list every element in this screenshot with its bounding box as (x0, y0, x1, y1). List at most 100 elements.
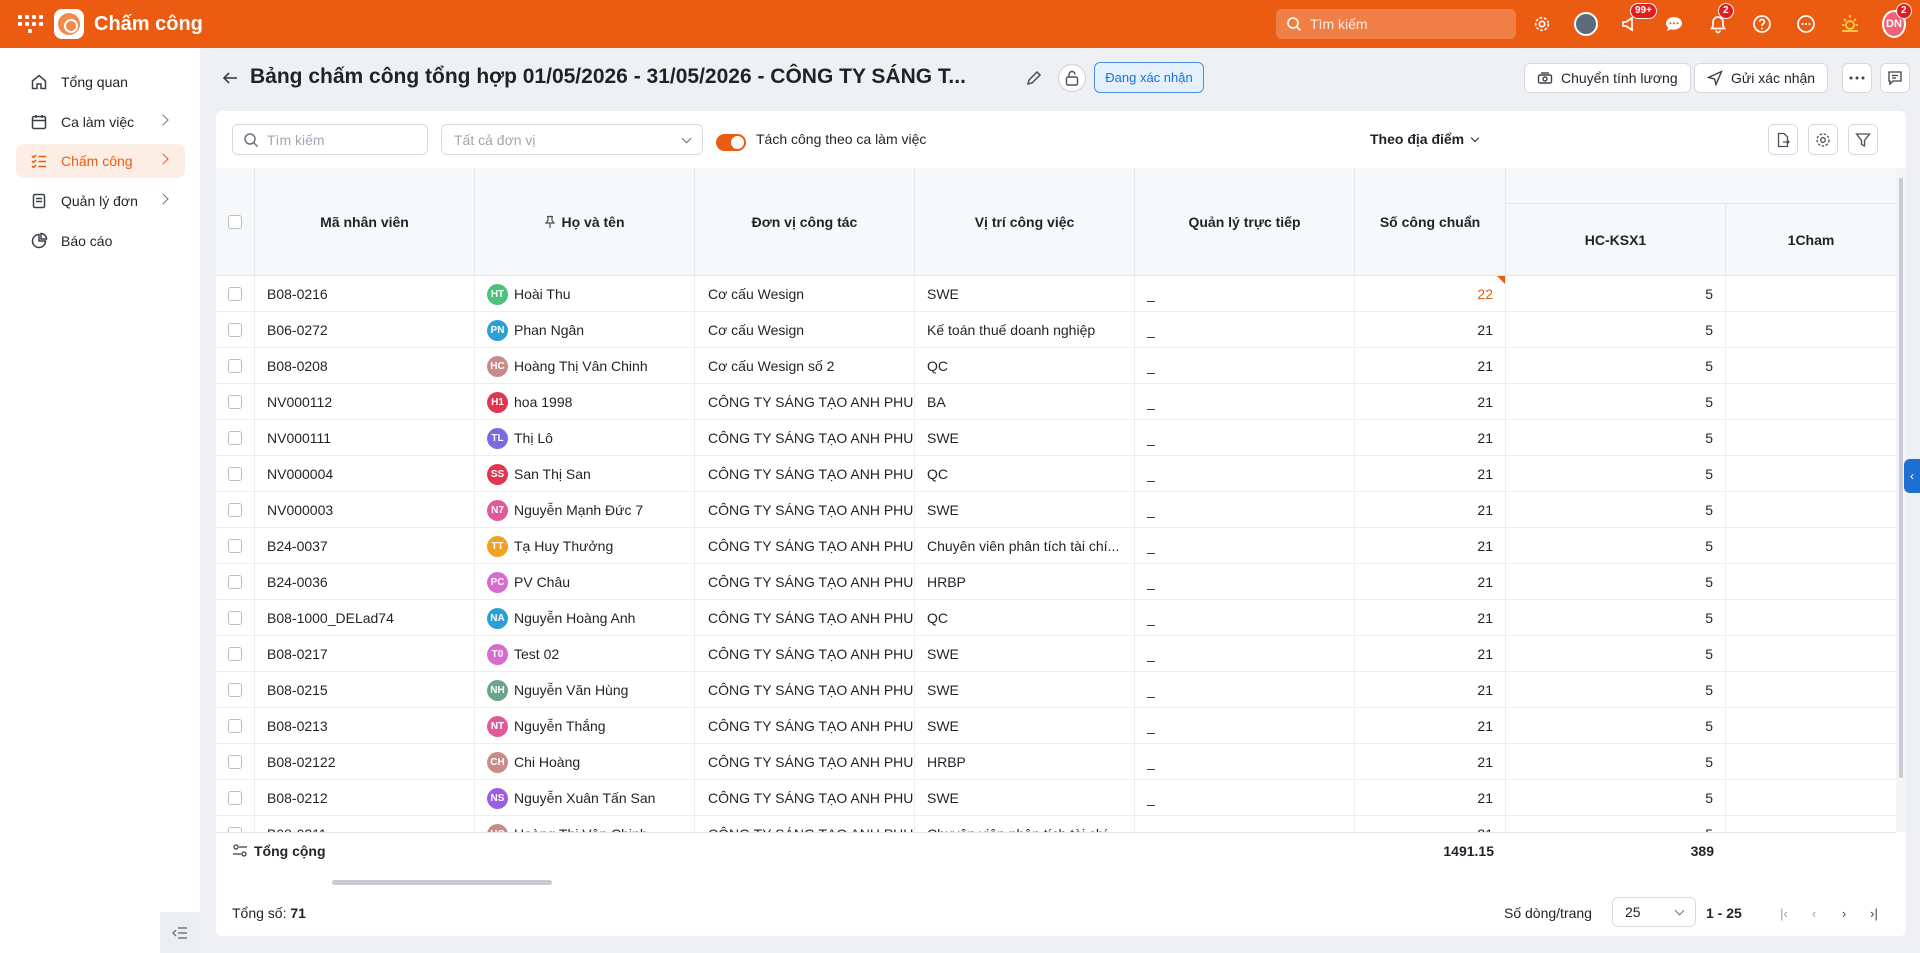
table-row[interactable]: NV000111 TL Thị Lô CÔNG TY SÁNG TẠO ANH PHU… (216, 420, 1896, 456)
employee-name-cell[interactable]: PN Phan Ngân (475, 312, 695, 348)
transfer-payroll-button[interactable]: Chuyển tính lương (1524, 63, 1691, 93)
sidebar-item-reports[interactable]: Báo cáo (16, 224, 185, 258)
row-checkbox[interactable] (228, 287, 242, 301)
header-name[interactable]: Họ và tên (475, 168, 695, 276)
table-row[interactable]: B08-0217 T0 Test 02 CÔNG TY SÁNG TẠO ANH PH… (216, 636, 1896, 672)
vertical-scrollbar[interactable] (1896, 168, 1906, 832)
send-confirm-button[interactable]: Gửi xác nhận (1694, 63, 1829, 93)
table-search[interactable] (232, 124, 428, 155)
employee-name-cell[interactable]: PC PV Châu (475, 564, 695, 600)
row-checkbox[interactable] (228, 683, 242, 697)
unit-select[interactable]: Tất cả đơn vị (441, 124, 703, 155)
side-panel-toggle[interactable]: ‹ (1904, 459, 1920, 493)
unlock-button[interactable] (1058, 64, 1086, 92)
row-checkbox[interactable] (228, 755, 242, 769)
table-row[interactable]: B08-0216 HT Hoài Thu Cơ cấu Wesign SWE _ 22 5 (216, 276, 1896, 312)
table-row[interactable]: NV000004 SS San Thị San CÔNG TY SÁNG TẠO AN… (216, 456, 1896, 492)
rows-per-page-select[interactable]: 25 (1612, 897, 1696, 927)
next-page-icon[interactable]: › (1834, 903, 1854, 923)
employee-name-cell[interactable]: NA Nguyễn Hoàng Anh (475, 600, 695, 636)
collapse-sidebar-icon[interactable] (160, 912, 200, 953)
user-menu[interactable]: DN 2 (1882, 3, 1912, 38)
column-settings-button[interactable] (1808, 124, 1838, 155)
employee-name-cell[interactable]: T0 Test 02 (475, 636, 695, 672)
bell-icon[interactable]: 2 (1706, 3, 1734, 36)
status-badge[interactable]: Đang xác nhận (1094, 62, 1204, 93)
header-code[interactable]: Mã nhân viên (255, 168, 475, 276)
table-row[interactable]: B08-0208 HC Hoàng Thị Vân Chinh Cơ cấu Wesi… (216, 348, 1896, 384)
settings-icon[interactable] (1530, 12, 1554, 36)
table-row[interactable]: B08-0215 NH Nguyễn Văn Hùng CÔNG TY SÁNG TẠ… (216, 672, 1896, 708)
employee-name-cell[interactable]: CH Chi Hoàng (475, 744, 695, 780)
header-standard[interactable]: Số công chuẩn (1355, 168, 1506, 276)
filter-button[interactable] (1848, 124, 1878, 155)
row-checkbox[interactable] (228, 431, 242, 445)
header-hc-ksx1[interactable]: HC-KSX1 (1506, 204, 1726, 276)
employee-name-cell[interactable]: NS Nguyễn Xuân Tấn San (475, 780, 695, 816)
header-manager[interactable]: Quản lý trực tiếp (1135, 168, 1355, 276)
employee-name-cell[interactable]: NH Nguyễn Văn Hùng (475, 672, 695, 708)
row-checkbox[interactable] (228, 503, 242, 517)
row-checkbox[interactable] (228, 647, 242, 661)
edit-pencil-icon[interactable] (1024, 68, 1044, 88)
employee-name-cell[interactable]: HT Hoài Thu (475, 276, 695, 312)
comments-button[interactable] (1880, 63, 1910, 93)
chat-icon[interactable] (1662, 12, 1686, 36)
row-checkbox[interactable] (228, 359, 242, 373)
sun-icon[interactable] (1838, 12, 1862, 36)
employee-name-cell[interactable]: H1 hoa 1998 (475, 384, 695, 420)
row-checkbox[interactable] (228, 791, 242, 805)
header-1cham[interactable]: 1Cham (1726, 204, 1896, 276)
employee-name-cell[interactable]: SS San Thị San (475, 456, 695, 492)
row-checkbox[interactable] (228, 719, 242, 733)
table-row[interactable]: NV000112 H1 hoa 1998 CÔNG TY SÁNG TẠO ANH P… (216, 384, 1896, 420)
table-row[interactable]: B08-1000_DELad74 NA Nguyễn Hoàng Anh CÔNG T… (216, 600, 1896, 636)
sidebar-item-overview[interactable]: Tổng quan (16, 65, 185, 99)
employee-name-cell[interactable]: NT Nguyễn Thắng (475, 708, 695, 744)
profile-avatar[interactable] (1574, 12, 1598, 36)
employee-name-cell[interactable]: HCHoàng Thị Vân Chinh (475, 816, 695, 832)
comment-marker[interactable] (1497, 276, 1505, 284)
sidebar-item-shifts[interactable]: Ca làm việc (16, 105, 185, 139)
more-apps-icon[interactable] (1794, 12, 1818, 36)
sidebar-item-timekeeping[interactable]: Chấm công (16, 144, 185, 178)
table-row[interactable]: B08-0211HCHoàng Thị Vân ChinhCÔNG TY SÁN… (216, 816, 1896, 832)
row-checkbox[interactable] (228, 575, 242, 589)
select-all-checkbox[interactable] (228, 215, 242, 229)
header-unit[interactable]: Đơn vị công tác (695, 168, 915, 276)
sidebar-item-requests[interactable]: Quản lý đơn (16, 184, 185, 218)
pin-icon[interactable] (544, 215, 556, 229)
prev-page-icon[interactable]: ‹ (1804, 903, 1824, 923)
more-options-button[interactable] (1842, 63, 1872, 93)
row-checkbox[interactable] (228, 467, 242, 481)
split-shift-toggle[interactable] (716, 134, 746, 151)
global-search[interactable] (1276, 9, 1516, 39)
table-row[interactable]: B24-0037 TT Tạ Huy Thưởng CÔNG TY SÁNG TẠO … (216, 528, 1896, 564)
table-search-input[interactable] (267, 131, 417, 148)
global-search-input[interactable] (1310, 16, 1500, 32)
table-row[interactable]: B08-0213 NT Nguyễn Thắng CÔNG TY SÁNG TẠO A… (216, 708, 1896, 744)
table-row[interactable]: B24-0036 PC PV Châu CÔNG TY SÁNG TẠO ANH PH… (216, 564, 1896, 600)
horizontal-scrollbar[interactable] (332, 880, 552, 885)
help-icon[interactable] (1750, 12, 1774, 36)
export-button[interactable] (1768, 124, 1798, 155)
view-mode-dropdown[interactable]: Theo địa điểm (1370, 131, 1480, 147)
row-checkbox[interactable] (228, 323, 242, 337)
first-page-icon[interactable]: |‹ (1774, 903, 1794, 923)
row-checkbox[interactable] (228, 611, 242, 625)
table-row[interactable]: NV000003 N7 Nguyễn Mạnh Đức 7 CÔNG TY SÁNG … (216, 492, 1896, 528)
megaphone-icon[interactable]: 99+ (1618, 3, 1657, 36)
back-arrow-icon[interactable] (222, 70, 238, 86)
last-page-icon[interactable]: ›| (1864, 903, 1884, 923)
header-position[interactable]: Vị trí công việc (915, 168, 1135, 276)
apps-grid-icon[interactable] (16, 10, 44, 38)
employee-name-cell[interactable]: TT Tạ Huy Thưởng (475, 528, 695, 564)
table-row[interactable]: B08-0212 NS Nguyễn Xuân Tấn San CÔNG TY SÁN… (216, 780, 1896, 816)
row-checkbox[interactable] (228, 395, 242, 409)
employee-name-cell[interactable]: HCHoàng Thị Vân Chinh (475, 348, 695, 384)
employee-name-cell[interactable]: TL Thị Lô (475, 420, 695, 456)
row-checkbox[interactable] (228, 539, 242, 553)
table-row[interactable]: B06-0272 PN Phan Ngân Cơ cấu Wesign Kế toán … (216, 312, 1896, 348)
table-row[interactable]: B08-02122 CH Chi Hoàng CÔNG TY SÁNG TẠO ANH… (216, 744, 1896, 780)
employee-name-cell[interactable]: N7 Nguyễn Mạnh Đức 7 (475, 492, 695, 528)
